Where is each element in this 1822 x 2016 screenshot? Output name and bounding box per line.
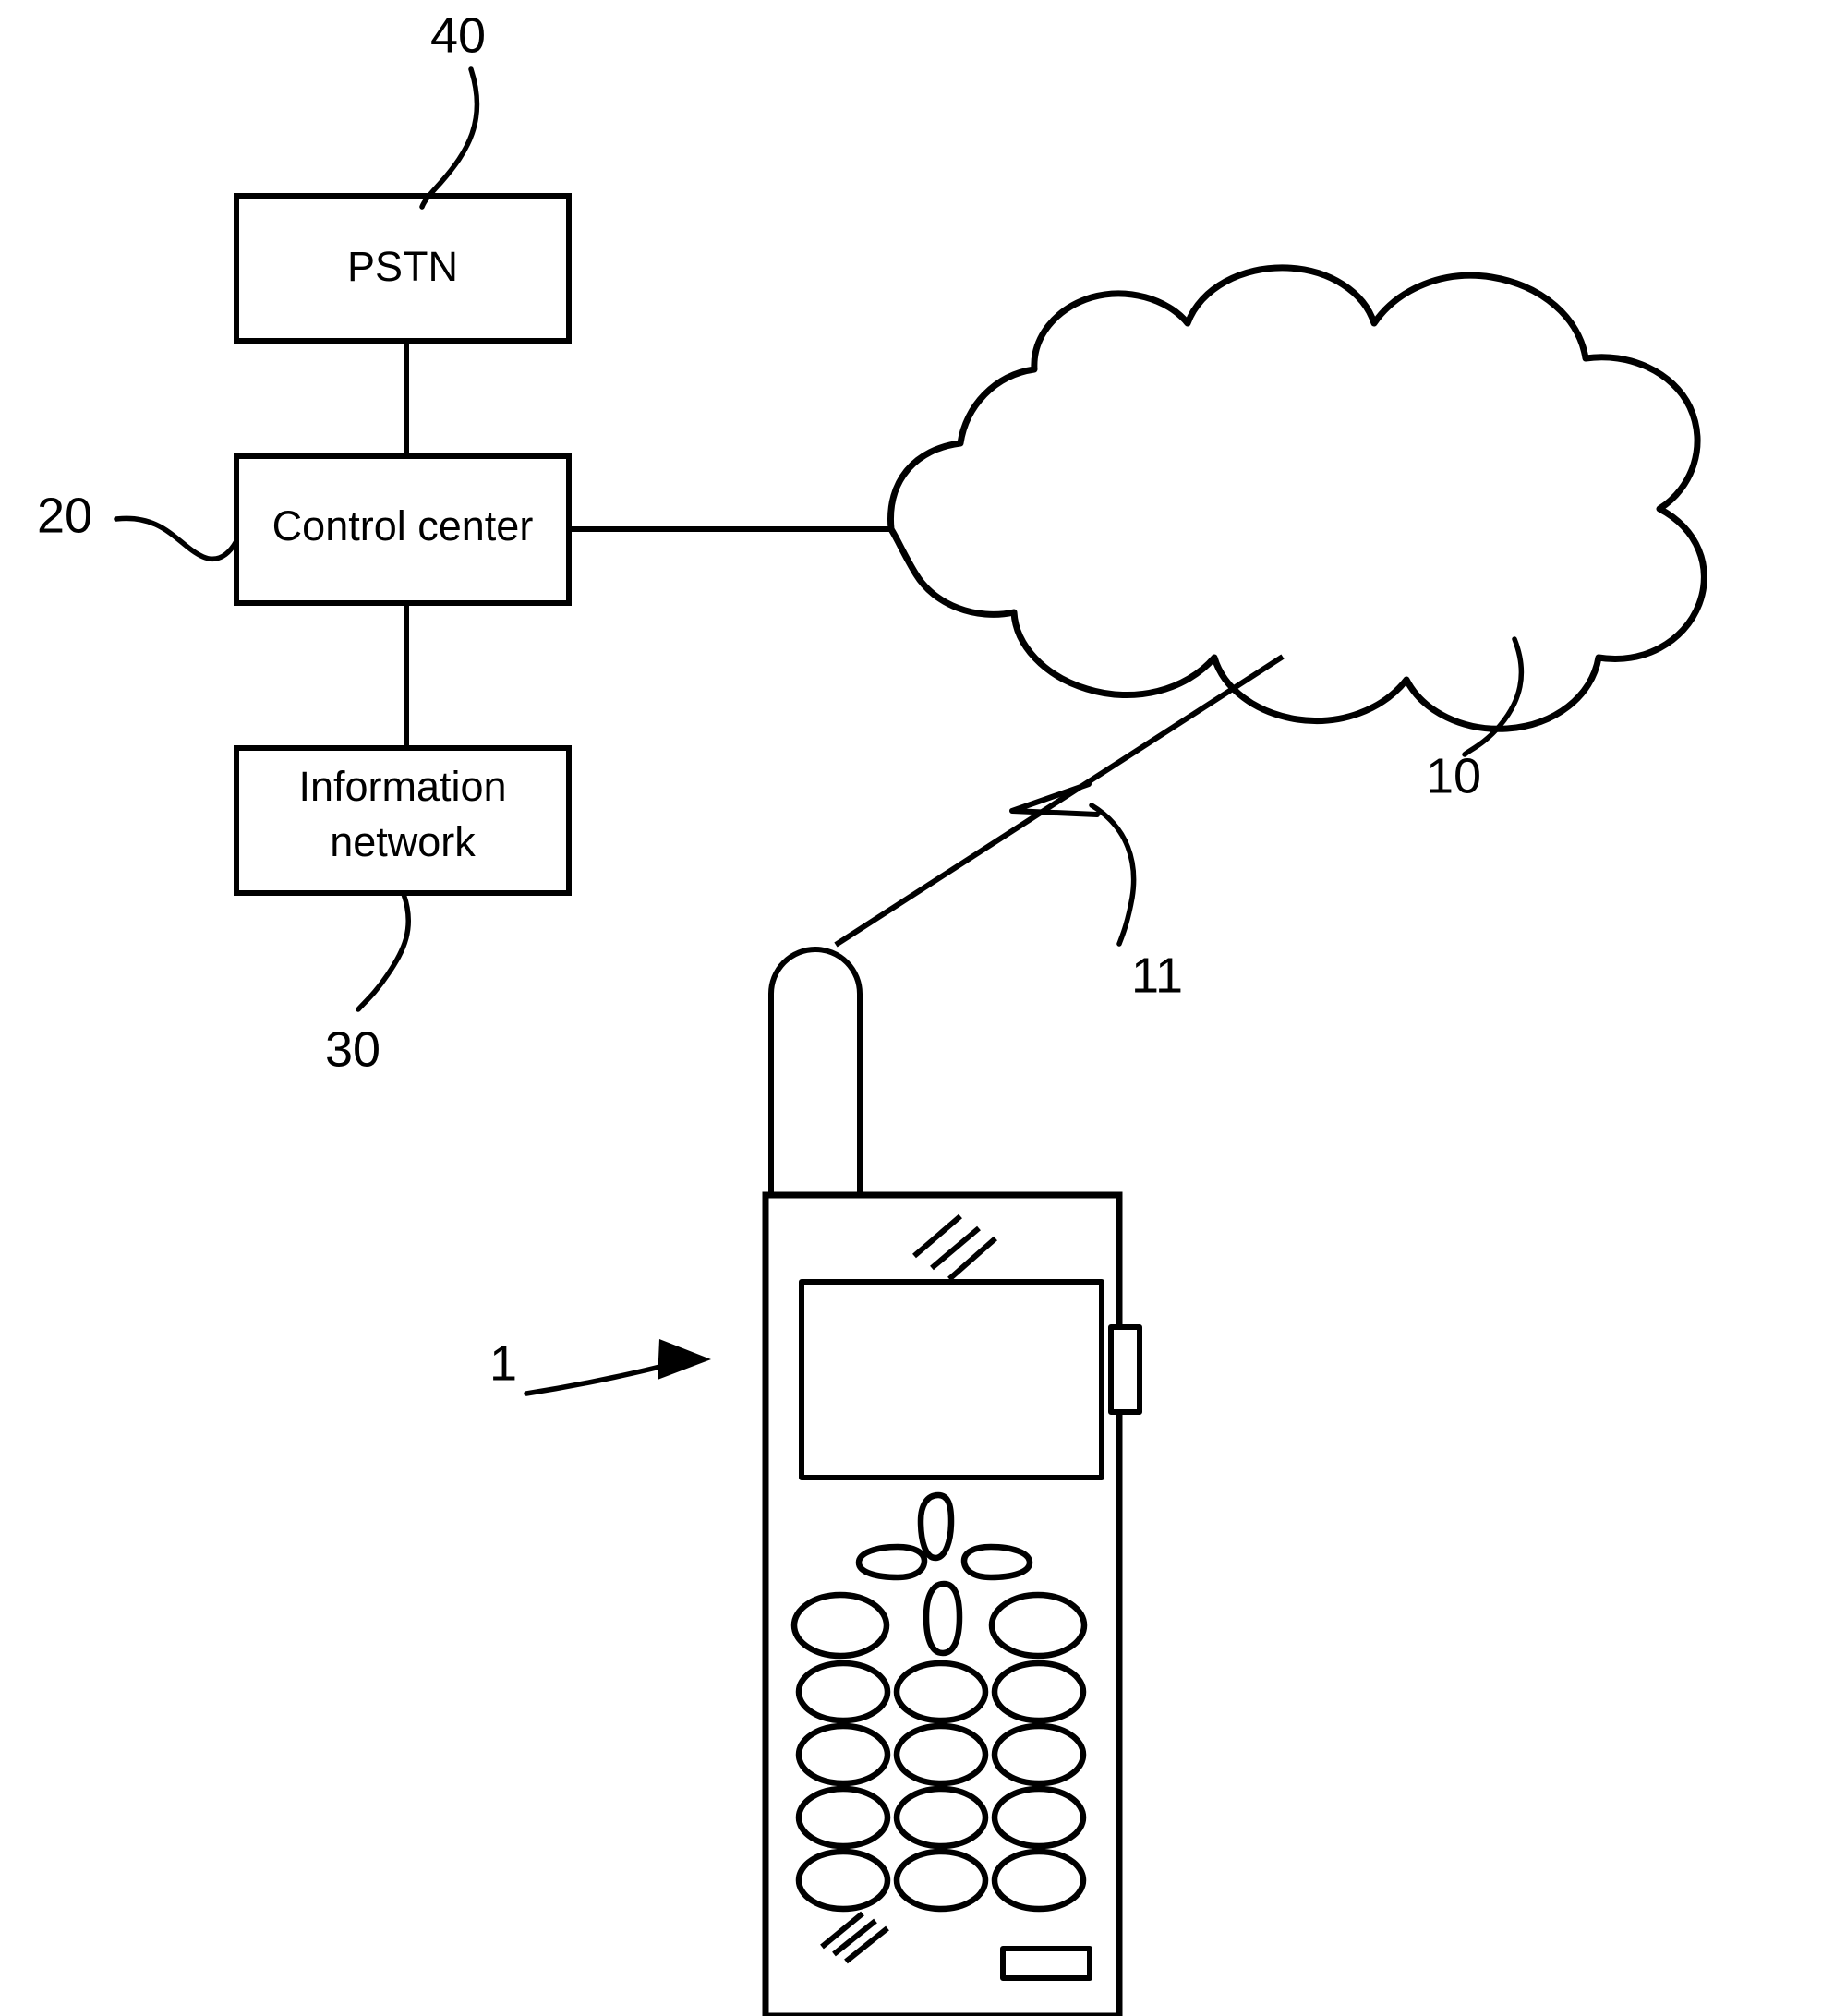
keypad-key xyxy=(991,1722,1087,1787)
figure-canvas: PSTN 40 Control center 20 Information ne… xyxy=(37,7,1707,2016)
bottom-connector xyxy=(1000,1946,1092,1981)
keypad-key xyxy=(991,1848,1087,1913)
keypad-key xyxy=(795,1722,891,1787)
leader-line-20 xyxy=(114,515,239,562)
keypad-key xyxy=(795,1660,891,1724)
keypad-key xyxy=(795,1785,891,1850)
keypad-key xyxy=(988,1591,1088,1660)
display-screen xyxy=(799,1279,1104,1480)
nav-key-down xyxy=(923,1580,963,1657)
reference-numeral-20: 20 xyxy=(37,488,92,543)
radio-link-line xyxy=(834,654,1285,948)
keypad-key xyxy=(790,1591,890,1660)
mobile-phone xyxy=(762,947,1142,2016)
block-pstn-label: PSTN xyxy=(347,243,458,290)
block-information-network-label-line1: Information xyxy=(298,763,506,810)
keypad-key xyxy=(893,1848,989,1913)
keypad-key xyxy=(795,1848,891,1913)
reference-numeral-11: 11 xyxy=(1131,948,1183,1003)
leader-line-11 xyxy=(1089,803,1137,947)
leader-line-40 xyxy=(419,66,480,210)
network-cloud xyxy=(887,264,1707,732)
reference-numeral-30: 30 xyxy=(325,1021,380,1077)
pointer-arrowhead-1 xyxy=(658,1339,711,1380)
keypad-key xyxy=(991,1785,1087,1850)
reference-numeral-10: 10 xyxy=(1426,748,1481,803)
nav-key-left xyxy=(855,1543,928,1581)
patent-figure: PSTN 40 Control center 20 Information ne… xyxy=(0,0,1822,2016)
reference-numeral-1: 1 xyxy=(489,1335,517,1391)
nav-key-right xyxy=(960,1543,1033,1581)
keypad-key xyxy=(893,1660,989,1724)
block-control-center-label: Control center xyxy=(272,502,534,549)
reference-numeral-40: 40 xyxy=(430,7,486,63)
side-button xyxy=(1108,1324,1142,1415)
keypad-key xyxy=(893,1785,989,1850)
block-information-network-label-line2: network xyxy=(330,818,476,865)
nav-key-up xyxy=(917,1491,955,1562)
keypad-key xyxy=(991,1660,1087,1724)
leader-line-30 xyxy=(356,891,412,1012)
leader-line-1 xyxy=(524,1360,677,1396)
antenna xyxy=(768,947,863,1201)
keypad-key xyxy=(893,1722,989,1787)
radio-link-arrowhead xyxy=(1009,781,1100,817)
